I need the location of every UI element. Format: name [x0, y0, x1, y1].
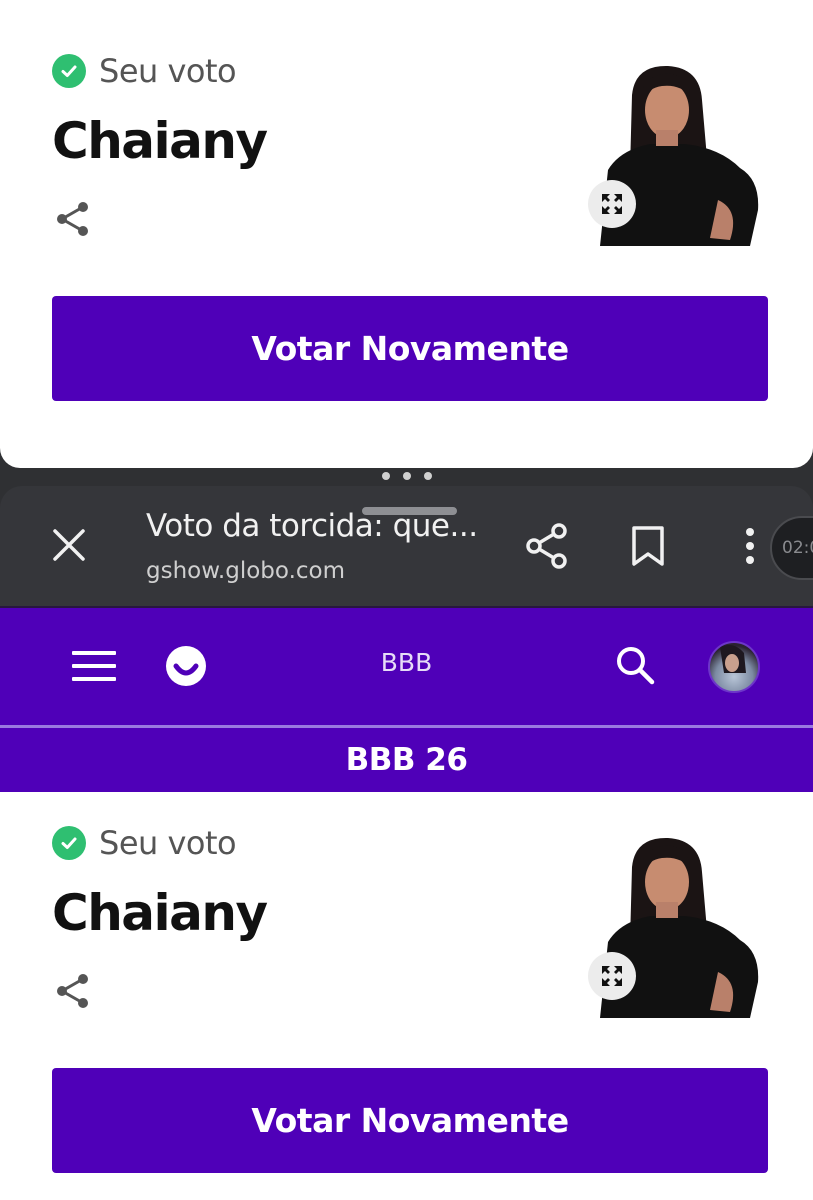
more-vert-icon[interactable]	[738, 524, 762, 568]
custom-tab-toolbar: Voto da torcida: que... gshow.globo.com …	[0, 486, 813, 606]
vote-result-block: Seu voto Chaiany Votar Novamente	[0, 0, 813, 468]
expand-icon[interactable]	[588, 180, 636, 228]
vote-again-button[interactable]: Votar Novamente	[52, 296, 768, 401]
avatar[interactable]	[708, 641, 760, 693]
check-circle-icon	[52, 826, 86, 860]
section-header: BBB 26	[0, 728, 813, 792]
tab-page-title: Voto da torcida: que...	[146, 508, 478, 544]
share-icon[interactable]	[54, 972, 92, 1010]
vote-status-label: Seu voto	[99, 824, 237, 862]
site-header: BBB	[0, 606, 813, 726]
vote-result-card-top: Seu voto Chaiany Votar Novamente	[0, 0, 813, 468]
share-icon[interactable]	[54, 200, 92, 238]
expand-icon[interactable]	[588, 952, 636, 1000]
tab-page-url: gshow.globo.com	[146, 558, 346, 584]
vote-result-card-bottom: Seu voto Chaiany Votar Novamente	[0, 792, 813, 1200]
close-icon[interactable]	[50, 526, 88, 564]
header-title: BBB	[380, 648, 433, 677]
vote-status: Seu voto	[52, 52, 237, 90]
search-icon[interactable]	[614, 644, 656, 686]
bookmark-icon[interactable]	[630, 525, 666, 567]
vote-result-block: Seu voto Chaiany Votar Novamente	[0, 792, 813, 1200]
candidate-name: Chaiany	[52, 112, 268, 170]
share-icon[interactable]	[526, 523, 568, 569]
recording-timer: 02:0	[770, 516, 813, 580]
vote-status: Seu voto	[52, 824, 237, 862]
candidate-name: Chaiany	[52, 884, 268, 942]
vote-status-label: Seu voto	[99, 52, 237, 90]
overlay-handle-dots[interactable]	[382, 472, 432, 480]
vote-again-button[interactable]: Votar Novamente	[52, 1068, 768, 1173]
check-circle-icon	[52, 54, 86, 88]
